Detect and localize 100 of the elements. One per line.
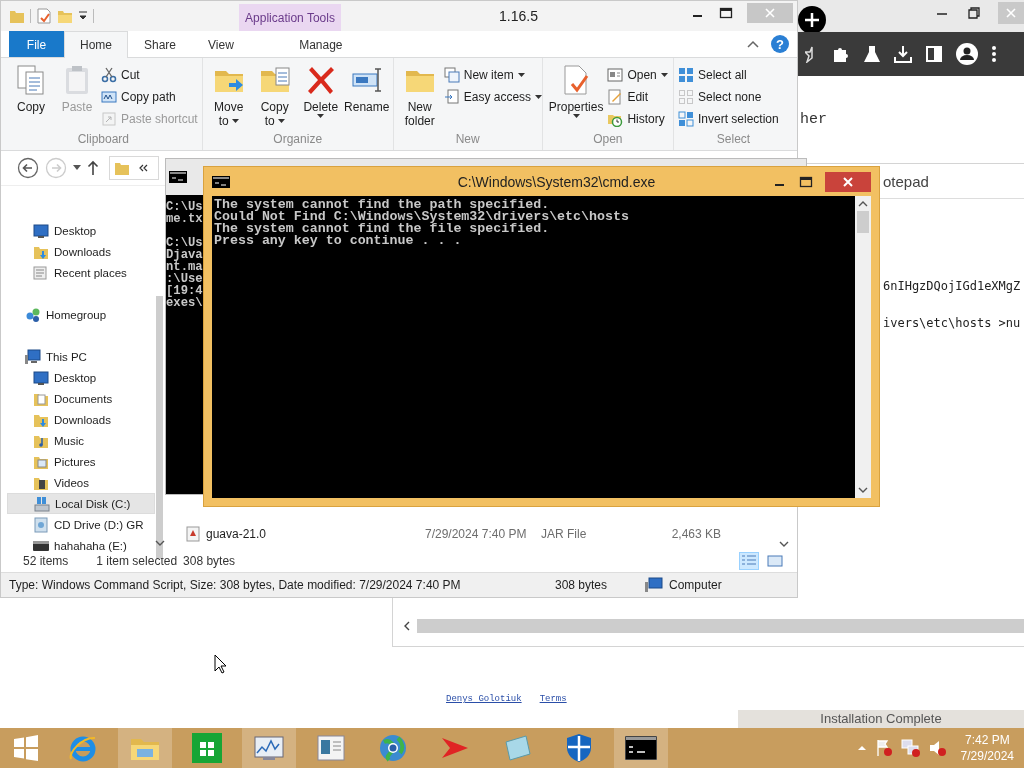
page-arrow-icon bbox=[443, 89, 460, 105]
ribbon-button[interactable]: Delete bbox=[298, 62, 343, 119]
ribbon-tab[interactable]: Share bbox=[128, 31, 193, 57]
table-cell-text: JAR File bbox=[541, 527, 588, 541]
network-icon[interactable] bbox=[900, 739, 921, 757]
taskbar-button[interactable] bbox=[614, 728, 668, 768]
dropdown-icon[interactable] bbox=[78, 10, 88, 22]
side-panel-icon[interactable] bbox=[925, 45, 943, 63]
scroll-down-icon[interactable] bbox=[779, 541, 789, 549]
scroll-thumb[interactable] bbox=[156, 296, 163, 558]
table-cell-text: 7/29/2024 7:40 PM bbox=[425, 527, 528, 541]
document-window-icon bbox=[316, 734, 346, 762]
ribbon-button[interactable]: Edit bbox=[607, 87, 668, 107]
scroll-thumb[interactable] bbox=[417, 619, 1024, 633]
cd-drive-icon bbox=[33, 516, 49, 533]
ribbon-button[interactable]: Cut bbox=[101, 65, 198, 85]
scroll-left-icon[interactable] bbox=[403, 621, 411, 631]
ribbon-button[interactable]: Copy to bbox=[252, 62, 297, 128]
back-icon[interactable] bbox=[17, 157, 39, 179]
window-title: 1.16.5 bbox=[499, 8, 538, 24]
nav-item[interactable]: Pictures bbox=[7, 451, 155, 472]
scrollbar[interactable] bbox=[855, 196, 871, 498]
pencil-page-icon bbox=[607, 89, 624, 105]
restore-icon[interactable] bbox=[966, 5, 982, 21]
help-button[interactable]: ? bbox=[771, 35, 789, 53]
new-tab-icon[interactable] bbox=[798, 6, 826, 34]
profile-icon[interactable] bbox=[956, 43, 978, 65]
status-text: 1 item selected bbox=[96, 554, 178, 568]
scroll-down-icon[interactable] bbox=[155, 540, 165, 548]
window-title: otepad bbox=[883, 172, 929, 190]
page-check-icon[interactable] bbox=[36, 8, 52, 24]
status-text: 308 bytes bbox=[183, 554, 236, 568]
group-label: Open bbox=[592, 132, 624, 148]
scroll-up-icon[interactable] bbox=[858, 200, 868, 208]
puzzle-icon[interactable] bbox=[832, 45, 850, 63]
dotted-grid-icon bbox=[678, 89, 694, 105]
folder-icon bbox=[114, 160, 130, 176]
nav-item[interactable]: This PC bbox=[7, 346, 155, 367]
ribbon-button[interactable]: Copy path bbox=[101, 87, 198, 107]
console-line: [19:4 bbox=[166, 285, 203, 297]
text-line: ivers\etc\hosts >nu bbox=[883, 316, 1021, 332]
caret-icon bbox=[660, 72, 668, 78]
grid-icon bbox=[678, 67, 694, 83]
ribbon-button[interactable]: History bbox=[607, 109, 668, 129]
nav-item[interactable]: Music bbox=[7, 430, 155, 451]
details-text: Type: Windows Command Script, Size: 308 bytes, Date modified: 7/29/2024 7:40 PM bbox=[9, 578, 462, 592]
file-name[interactable]: guava-21.0 bbox=[185, 526, 425, 542]
homegroup-icon bbox=[25, 306, 41, 323]
nav-item[interactable]: Videos bbox=[7, 472, 155, 493]
flag-icon[interactable] bbox=[874, 739, 893, 757]
ribbon-button[interactable]: New item bbox=[443, 65, 543, 85]
footer-link[interactable]: Terms bbox=[539, 694, 567, 704]
speaker-icon[interactable] bbox=[928, 739, 947, 757]
nav-item[interactable]: Homegroup bbox=[7, 304, 155, 325]
ribbon-tab[interactable]: File bbox=[9, 31, 64, 57]
scroll-down-icon[interactable] bbox=[858, 486, 868, 494]
mixed-grid-icon bbox=[678, 111, 694, 127]
caret-icon[interactable] bbox=[73, 165, 81, 171]
contextual-tab-header: Application Tools bbox=[239, 4, 341, 31]
chart-window-icon bbox=[253, 734, 285, 762]
console-line: Could Not Find C:\Windows\System32\drivers\etc\hosts bbox=[214, 211, 629, 223]
ribbon-button[interactable]: Open bbox=[607, 65, 668, 85]
maximize-icon[interactable] bbox=[719, 6, 733, 20]
nav-item[interactable]: hahahaha (E:) bbox=[7, 535, 155, 556]
ribbon-tab[interactable]: View bbox=[192, 31, 250, 57]
nav-item[interactable]: Local Disk (C:) bbox=[7, 493, 155, 514]
chevrons-icon bbox=[138, 163, 148, 173]
ribbon-button[interactable]: Move to bbox=[206, 62, 251, 128]
pages-icon bbox=[15, 64, 47, 96]
maximize-icon[interactable] bbox=[799, 174, 813, 189]
ribbon-button[interactable]: Select all bbox=[678, 65, 779, 85]
ribbon-tab[interactable]: Home bbox=[64, 31, 128, 58]
menu-icon[interactable] bbox=[991, 45, 997, 63]
close-icon[interactable] bbox=[825, 171, 871, 192]
nav-item[interactable]: Recent places bbox=[7, 262, 155, 283]
footer-link[interactable]: Denys Golotiuk bbox=[446, 694, 522, 704]
group-label: New bbox=[454, 132, 481, 148]
up-icon[interactable] bbox=[87, 160, 99, 176]
ribbon-tab[interactable]: Manage bbox=[269, 31, 372, 57]
group-label: Organize bbox=[272, 132, 324, 148]
nav-item[interactable]: Documents bbox=[7, 388, 155, 409]
ribbon-button[interactable]: Select none bbox=[678, 87, 779, 107]
scroll-thumb[interactable] bbox=[857, 211, 869, 233]
nav-item[interactable]: Downloads bbox=[7, 241, 155, 262]
flask-icon[interactable] bbox=[863, 45, 881, 63]
ribbon-button[interactable]: New folder bbox=[397, 62, 442, 128]
nav-item[interactable]: CD Drive (D:) GR bbox=[7, 514, 155, 535]
nav-item[interactable]: Downloads bbox=[7, 409, 155, 430]
scissors-icon bbox=[101, 67, 117, 83]
nav-item[interactable]: Desktop bbox=[7, 367, 155, 388]
ribbon-button[interactable]: Invert selection bbox=[678, 109, 779, 129]
ribbon-button[interactable]: Rename bbox=[344, 62, 389, 114]
window-title: C:\Windows\System32\cmd.exe bbox=[456, 173, 657, 190]
ribbon-button[interactable]: Copy bbox=[9, 62, 53, 114]
nav-item[interactable]: Desktop bbox=[7, 220, 155, 241]
collapse-ribbon-icon[interactable] bbox=[747, 39, 759, 49]
download-icon[interactable] bbox=[894, 45, 912, 63]
ribbon-button[interactable]: Properties bbox=[546, 62, 606, 119]
ribbon-button[interactable]: Easy access bbox=[443, 87, 543, 107]
cursor-icon bbox=[214, 654, 228, 674]
